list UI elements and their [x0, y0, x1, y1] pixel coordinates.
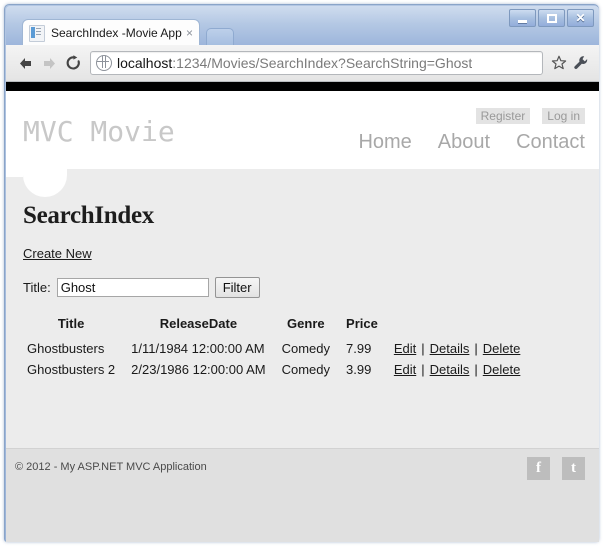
column-header-genre: Genre [287, 316, 325, 331]
wrench-icon [574, 56, 588, 69]
register-link[interactable]: Register [475, 108, 531, 124]
cell-releasedate: 2/23/1986 12:00:00 AM [131, 362, 266, 377]
column-header-actions [386, 316, 529, 338]
main-nav: Home About Contact [358, 131, 585, 154]
url-host: localhost [117, 55, 173, 71]
tab-title: SearchIndex -Movie App [51, 26, 182, 40]
filter-form: Title: Filter [23, 277, 582, 298]
action-separator: | [421, 341, 425, 356]
filter-label: Title: [23, 280, 51, 295]
page-title: SearchIndex [23, 202, 154, 229]
delete-link[interactable]: Delete [483, 362, 521, 377]
cell-price: 7.99 [346, 341, 372, 356]
new-tab-button[interactable] [206, 28, 234, 46]
action-separator: | [421, 362, 425, 377]
close-icon: ✕ [575, 11, 586, 25]
tab-strip: ✕ SearchIndex -Movie App × [6, 6, 599, 46]
cell-price: 3.99 [346, 362, 372, 377]
favicon-icon [29, 24, 45, 42]
top-black-bar [6, 82, 599, 91]
table-head: Title ReleaseDate Genre Price [23, 316, 528, 338]
cell-title: Ghostbusters 2 [27, 362, 116, 377]
nav-item-contact[interactable]: Contact [516, 131, 585, 154]
url-path: :1234/Movies/SearchIndex?SearchString=Gh… [172, 55, 473, 71]
back-arrow-icon [19, 57, 31, 69]
login-link[interactable]: Log in [542, 108, 585, 124]
tab-close-icon[interactable]: × [186, 26, 193, 40]
window-maximize-button[interactable] [538, 9, 565, 27]
movies-table: Title ReleaseDate Genre Price Ghostbuste… [23, 316, 528, 380]
action-separator: | [474, 341, 478, 356]
cell-actions: Edit | Details | Delete [386, 338, 529, 359]
table-body: Ghostbusters 1/11/1984 12:00:00 AM Comed… [23, 338, 528, 380]
star-icon [551, 55, 567, 70]
edit-link[interactable]: Edit [394, 362, 416, 377]
browser-window: ✕ SearchIndex -Movie App × localhost:123… [0, 0, 603, 550]
browser-menu-button[interactable] [570, 51, 592, 75]
details-link[interactable]: Details [430, 341, 470, 356]
table-row: Ghostbusters 2 2/23/1986 12:00:00 AM Com… [23, 359, 528, 380]
browser-frame: ✕ SearchIndex -Movie App × localhost:123… [4, 4, 599, 542]
footer-copyright: © 2012 - My ASP.NET MVC Application [15, 461, 207, 473]
cell-genre: Comedy [281, 341, 331, 356]
delete-link[interactable]: Delete [483, 341, 521, 356]
column-header-price: Price [346, 316, 378, 331]
window-controls: ✕ [509, 9, 594, 27]
back-button[interactable] [13, 51, 37, 75]
cell-title: Ghostbusters [27, 341, 105, 356]
cell-actions: Edit | Details | Delete [386, 359, 529, 380]
globe-icon [96, 55, 112, 71]
forward-arrow-icon [43, 57, 55, 69]
header-curve-filler [6, 169, 23, 177]
reload-icon [66, 55, 80, 70]
facebook-icon[interactable]: f [527, 457, 550, 480]
create-new-link[interactable]: Create New [23, 246, 582, 261]
twitter-icon[interactable]: t [562, 457, 585, 480]
search-input[interactable] [56, 278, 209, 297]
minimize-icon [518, 19, 527, 23]
browser-toolbar: localhost:1234/Movies/SearchIndex?Search… [6, 45, 599, 82]
address-bar-text: localhost:1234/Movies/SearchIndex?Search… [117, 55, 472, 71]
window-minimize-button[interactable] [509, 9, 536, 27]
main-content: SearchIndex Create New Title: Filter Tit… [6, 169, 599, 419]
cell-releasedate: 1/11/1984 12:00:00 AM [131, 341, 265, 356]
forward-button[interactable] [37, 51, 61, 75]
nav-item-home[interactable]: Home [358, 131, 411, 154]
details-link[interactable]: Details [430, 362, 470, 377]
table-header-row: Title ReleaseDate Genre Price [23, 316, 528, 338]
table-row: Ghostbusters 1/11/1984 12:00:00 AM Comed… [23, 338, 528, 359]
filter-button[interactable]: Filter [214, 277, 260, 298]
column-header-releasedate: ReleaseDate [159, 316, 238, 331]
bookmark-button[interactable] [548, 51, 570, 75]
page-viewport: MVC Movie Register Log in Home About Con… [6, 82, 599, 542]
site-footer: © 2012 - My ASP.NET MVC Application f t [6, 448, 599, 542]
action-separator: | [474, 362, 478, 377]
address-bar[interactable]: localhost:1234/Movies/SearchIndex?Search… [90, 51, 543, 75]
social-links: f t [527, 457, 585, 480]
window-close-button[interactable]: ✕ [567, 9, 594, 27]
browser-tab[interactable]: SearchIndex -Movie App × [22, 19, 200, 46]
cell-genre: Comedy [281, 362, 331, 377]
site-logo[interactable]: MVC Movie [23, 115, 175, 148]
auth-links: Register Log in [475, 108, 585, 124]
maximize-icon [546, 13, 557, 23]
reload-button[interactable] [61, 51, 85, 75]
nav-item-about[interactable]: About [438, 131, 490, 154]
edit-link[interactable]: Edit [394, 341, 416, 356]
column-header-title: Title [57, 316, 85, 331]
site-header: MVC Movie Register Log in Home About Con… [6, 91, 599, 169]
